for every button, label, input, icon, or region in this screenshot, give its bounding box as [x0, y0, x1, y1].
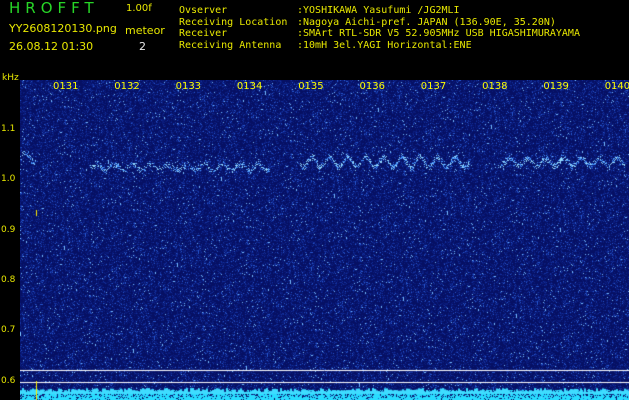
info-row-location: Receiving Location :Nagoya Aichi-pref. JA…: [179, 17, 580, 29]
frequency-tick-label: 0.8: [1, 274, 16, 285]
time-tick-label: 0133: [175, 81, 202, 92]
spectrogram-canvas: [20, 80, 629, 400]
info-value: :10mH 3el.YAGI Horizontal:ENE: [297, 39, 472, 51]
y-axis-unit: kHz: [2, 73, 19, 83]
frequency-tick-label: 0.7: [1, 325, 16, 336]
time-tick-label: 0137: [420, 81, 447, 92]
frequency-tick-label: 1.1: [1, 124, 16, 134]
detection-mode: meteor: [125, 24, 165, 37]
time-tick-label: 0139: [543, 81, 569, 92]
info-label: Ovserver: [179, 5, 228, 16]
frequency-tick-label: 0.6: [1, 375, 16, 386]
info-value: :YOSHIKAWA Yasufumi /JG2MLI: [297, 5, 460, 16]
observation-datetime: 26.08.12 01:30: [9, 40, 94, 53]
time-tick-label: 0138: [482, 81, 508, 92]
info-label: Receiving Antenna: [179, 39, 282, 51]
time-tick-label: 0140: [604, 81, 629, 92]
app-version: 1.00f: [126, 3, 152, 14]
info-row-observer: Ovserver :YOSHIKAWA Yasufumi /JG2MLI: [179, 5, 580, 17]
info-row-receiver: Receiver :SMArt RTL-SDR V5 52.905MHz USB …: [179, 28, 580, 40]
time-tick-label: 0131: [53, 81, 79, 92]
time-tick-label: 0135: [298, 81, 324, 92]
app-title: HROFFT: [9, 0, 99, 17]
meteor-count: 2: [139, 40, 146, 53]
info-value: :Nagoya Aichi-pref. JAPAN (136.90E, 35.2…: [297, 16, 556, 28]
time-tick-label: 0134: [236, 81, 263, 92]
image-filename: YY2608120130.png: [9, 22, 117, 35]
time-tick-label: 0136: [359, 81, 385, 92]
time-tick-label: 0132: [114, 81, 140, 92]
info-label: Receiver: [179, 28, 228, 39]
frequency-tick-label: 0.9: [1, 224, 16, 235]
info-value: :SMArt RTL-SDR V5 52.905MHz USB HIGASHIM…: [297, 28, 580, 39]
hrofft-window: HROFFT 1.00f YY2608120130.png meteor 26.…: [0, 0, 629, 400]
station-info: Ovserver :YOSHIKAWA Yasufumi /JG2MLI Rece…: [179, 5, 580, 51]
info-label: Receiving Location: [179, 16, 288, 28]
info-row-antenna: Receiving Antenna :10mH 3el.YAGI Horizont…: [179, 40, 580, 52]
frequency-tick-label: 1.0: [1, 174, 16, 185]
spectrogram: [20, 80, 629, 400]
